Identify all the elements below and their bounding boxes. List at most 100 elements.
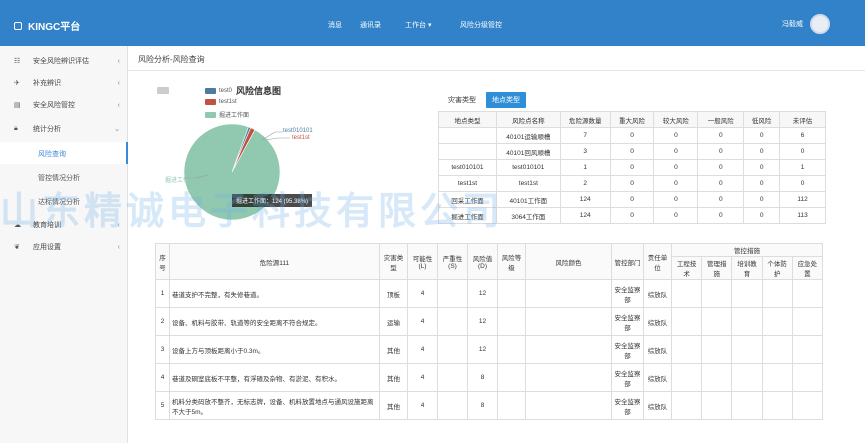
table-row[interactable]: test1st test1st 2 0 0 0 0 0 (438, 175, 826, 192)
table-row[interactable]: 掘进工作面 3064工作面 124 0 0 0 0 113 (438, 207, 826, 224)
cell: 巷道及硐室底板不平整，有浮碴及杂物、有淤泥、有积水。 (169, 363, 380, 392)
cell (497, 307, 526, 336)
table-header-row: 序号 危险源111 灾害类型 可能性(L) 严重性(S) 风险值(D) 风险等级… (155, 243, 823, 280)
chevron-left-icon: ‹ (117, 243, 120, 251)
cell: 0 (697, 127, 745, 144)
column-group-header: 管控措施 (671, 243, 823, 257)
column-header: 重大风险 (609, 111, 655, 128)
cell (437, 363, 468, 392)
nav-workbench[interactable]: 工作台 ▾ (405, 20, 431, 30)
nav-risk-control[interactable]: 风险分级管控 (460, 20, 502, 30)
table-row[interactable]: 40101回风顺槽 3 0 0 0 0 0 (438, 143, 826, 160)
cell (731, 391, 763, 420)
user-name[interactable]: 冯毅威 (782, 19, 803, 29)
table-header-row: 地点类型 风险点名称 危险源数量 重大风险 较大风险 一般风险 低风险 未评估 (438, 111, 826, 128)
cell: 安全监察部 (611, 279, 644, 308)
cell: 设备上方与顶板距离小于0.3m。 (169, 335, 380, 364)
cell: 0 (609, 175, 655, 192)
cell (497, 279, 526, 308)
cell: 设备、机料与胶带、轨道等的安全距离不符合规定。 (169, 307, 380, 336)
cell (761, 279, 793, 308)
cell: 7 (559, 127, 611, 144)
sidebar-item-risk-control[interactable]: ▤ 安全风险管控 ‹ (0, 94, 128, 116)
cell (525, 307, 612, 336)
cell: 8 (467, 363, 498, 392)
column-header: 培训教育 (731, 256, 763, 280)
cell (670, 307, 703, 336)
cell (438, 127, 497, 144)
sidebar-sub-compliance-analysis[interactable]: 达标情况分析 (0, 190, 128, 212)
legend-item-excavation[interactable]: 掘进工作面 (205, 110, 249, 119)
cell: 其他 (379, 335, 408, 364)
cell (497, 363, 526, 392)
cell: 0 (697, 143, 745, 160)
cell: 0 (743, 143, 781, 160)
cell: 0 (779, 175, 826, 192)
sidebar-item-risk-assessment[interactable]: ☷ 安全风险辨识评估 ‹ (0, 50, 128, 72)
cell (731, 307, 763, 336)
cell: 综放队 (643, 307, 672, 336)
sidebar-item-statistics[interactable]: 🔒︎ 统计分析 ⌄ (0, 118, 128, 140)
column-header: 风险值(D) (467, 243, 498, 280)
tab-location-type[interactable]: 地点类型 (486, 92, 526, 108)
cell (761, 363, 793, 392)
column-header: 较大风险 (653, 111, 699, 128)
cell (525, 279, 612, 308)
cell: 0 (653, 207, 699, 224)
cell: 安全监察部 (611, 335, 644, 364)
table-row[interactable]: 回采工作面 40101工作面 124 0 0 0 0 112 (438, 191, 826, 208)
cell: test1st (495, 175, 561, 192)
cell: 0 (609, 191, 655, 208)
app-brand[interactable]: KINGC平台 (14, 18, 80, 33)
cell: 0 (743, 175, 781, 192)
table-row[interactable]: 4 巷道及硐室底板不平整，有浮碴及杂物、有淤泥、有积水。 其他 4 8 安全监察部 综放队 (155, 363, 824, 392)
nav-contacts[interactable]: 通讯录 (360, 20, 381, 30)
cell (525, 363, 612, 392)
table-row[interactable]: 40101运输顺槽 7 0 0 0 0 6 (438, 127, 826, 144)
table-row[interactable]: 3 设备上方与顶板距离小于0.3m。 其他 4 12 安全监察部 综放队 (155, 335, 824, 364)
cell: 4 (407, 391, 438, 420)
sidebar-item-settings[interactable]: ❦ 应用设置 ‹ (0, 236, 128, 258)
avatar[interactable] (810, 14, 830, 34)
sidebar-item-training[interactable]: ☁ 教育培训 ‹ (0, 214, 128, 236)
cell: 113 (779, 207, 826, 224)
cell (670, 363, 703, 392)
lock-icon: 🔒︎ (14, 125, 18, 132)
chart-title: 风险信息图 (236, 86, 282, 96)
cell: 安全监察部 (611, 307, 644, 336)
nav-messages[interactable]: 消息 (328, 20, 342, 30)
column-header: 低风险 (743, 111, 781, 128)
pie-label-test1st: test1st (292, 135, 310, 141)
cell (670, 335, 703, 364)
cell (437, 335, 468, 364)
column-header: 可能性(L) (407, 243, 438, 280)
cell (791, 363, 824, 392)
tab-disaster-type[interactable]: 灾害类型 (442, 92, 482, 108)
sidebar-sub-risk-query[interactable]: 风险查询 (0, 142, 128, 164)
table-row[interactable]: test010101 test010101 1 0 0 0 0 1 (438, 159, 826, 176)
legend-item-test1st[interactable]: test1st (205, 99, 237, 105)
cell: 124 (559, 207, 611, 224)
sidebar: ☷ 安全风险辨识评估 ‹ ✈ 补充辨识 ‹ ▤ 安全风险管控 ‹ 🔒︎ 统计分析… (0, 46, 128, 443)
cell: 其他 (379, 391, 408, 420)
sidebar-sub-control-analysis[interactable]: 管控情况分析 (0, 166, 128, 188)
table-row[interactable]: 5 机料分类码放不整齐，无标志牌，设备、机料放置地点与通风设施距离不大于5m。 其他… (155, 391, 824, 420)
sidebar-sub-label: 达标情况分析 (38, 199, 80, 206)
sidebar-item-supplement[interactable]: ✈ 补充辨识 ‹ (0, 72, 128, 94)
table-row[interactable]: 1 巷道支护不完整，有失修巷道。 顶板 4 12 安全监察部 综放队 (155, 279, 824, 308)
cell: 124 (559, 191, 611, 208)
cell: 安全监察部 (611, 363, 644, 392)
column-header: 个体防护 (761, 256, 793, 280)
column-header: 风险等级 (497, 243, 526, 280)
table-row[interactable]: 2 设备、机料与胶带、轨道等的安全距离不符合规定。 运输 4 12 安全监察部 综放队 (155, 307, 824, 336)
legend-item-test0[interactable]: test0 (205, 88, 232, 94)
cell: 0 (609, 159, 655, 176)
cell (701, 363, 733, 392)
cell: 3 (155, 335, 170, 364)
cell: 运输 (379, 307, 408, 336)
cell: 40101工作面 (495, 191, 561, 208)
legend-toggle-button[interactable] (157, 87, 169, 94)
cell: 0 (697, 191, 745, 208)
cell (670, 391, 703, 420)
column-header: 应急处置 (791, 256, 824, 280)
